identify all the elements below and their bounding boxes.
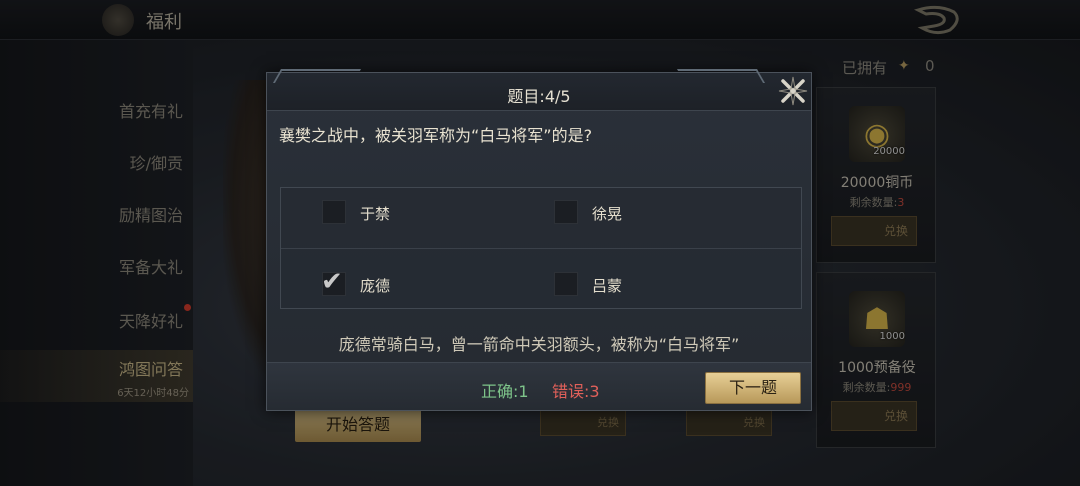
- checkbox-checked[interactable]: ✔: [321, 267, 346, 297]
- header-ornament: [272, 69, 362, 83]
- header-ornament: [676, 69, 766, 83]
- wrong-count: 错误:3: [552, 382, 600, 401]
- checkbox[interactable]: [554, 272, 578, 296]
- checkmark-icon: ✔: [321, 267, 343, 297]
- checkbox[interactable]: [554, 200, 578, 224]
- divider: [281, 248, 801, 249]
- option-label: 徐晃: [592, 205, 623, 223]
- dialog-footer: 正确:1 错误:3 下一题: [267, 362, 811, 410]
- next-question-button[interactable]: 下一题: [705, 372, 801, 404]
- dialog-header: 题目:4/5: [267, 69, 811, 111]
- quiz-dialog: 题目:4/5 襄樊之战中，被关羽军称为“白马将军”的是? 于禁 徐晃 ✔ 庞德 …: [266, 69, 812, 411]
- option-label: 于禁: [360, 205, 391, 223]
- answer-options: 于禁 徐晃 ✔ 庞德 吕蒙: [280, 187, 802, 309]
- correct-count: 正确:1: [481, 382, 529, 401]
- answer-explanation: 庞德常骑白马，曾一箭命中关羽额头，被称为“白马将军”: [338, 335, 740, 354]
- option-label: 吕蒙: [592, 277, 623, 295]
- question-counter: 题目:4/5: [507, 87, 571, 106]
- checkbox[interactable]: [322, 200, 346, 224]
- question-text: 襄樊之战中，被关羽军称为“白马将军”的是?: [279, 126, 593, 145]
- option-label: 庞德: [360, 277, 391, 295]
- close-icon[interactable]: [777, 75, 809, 107]
